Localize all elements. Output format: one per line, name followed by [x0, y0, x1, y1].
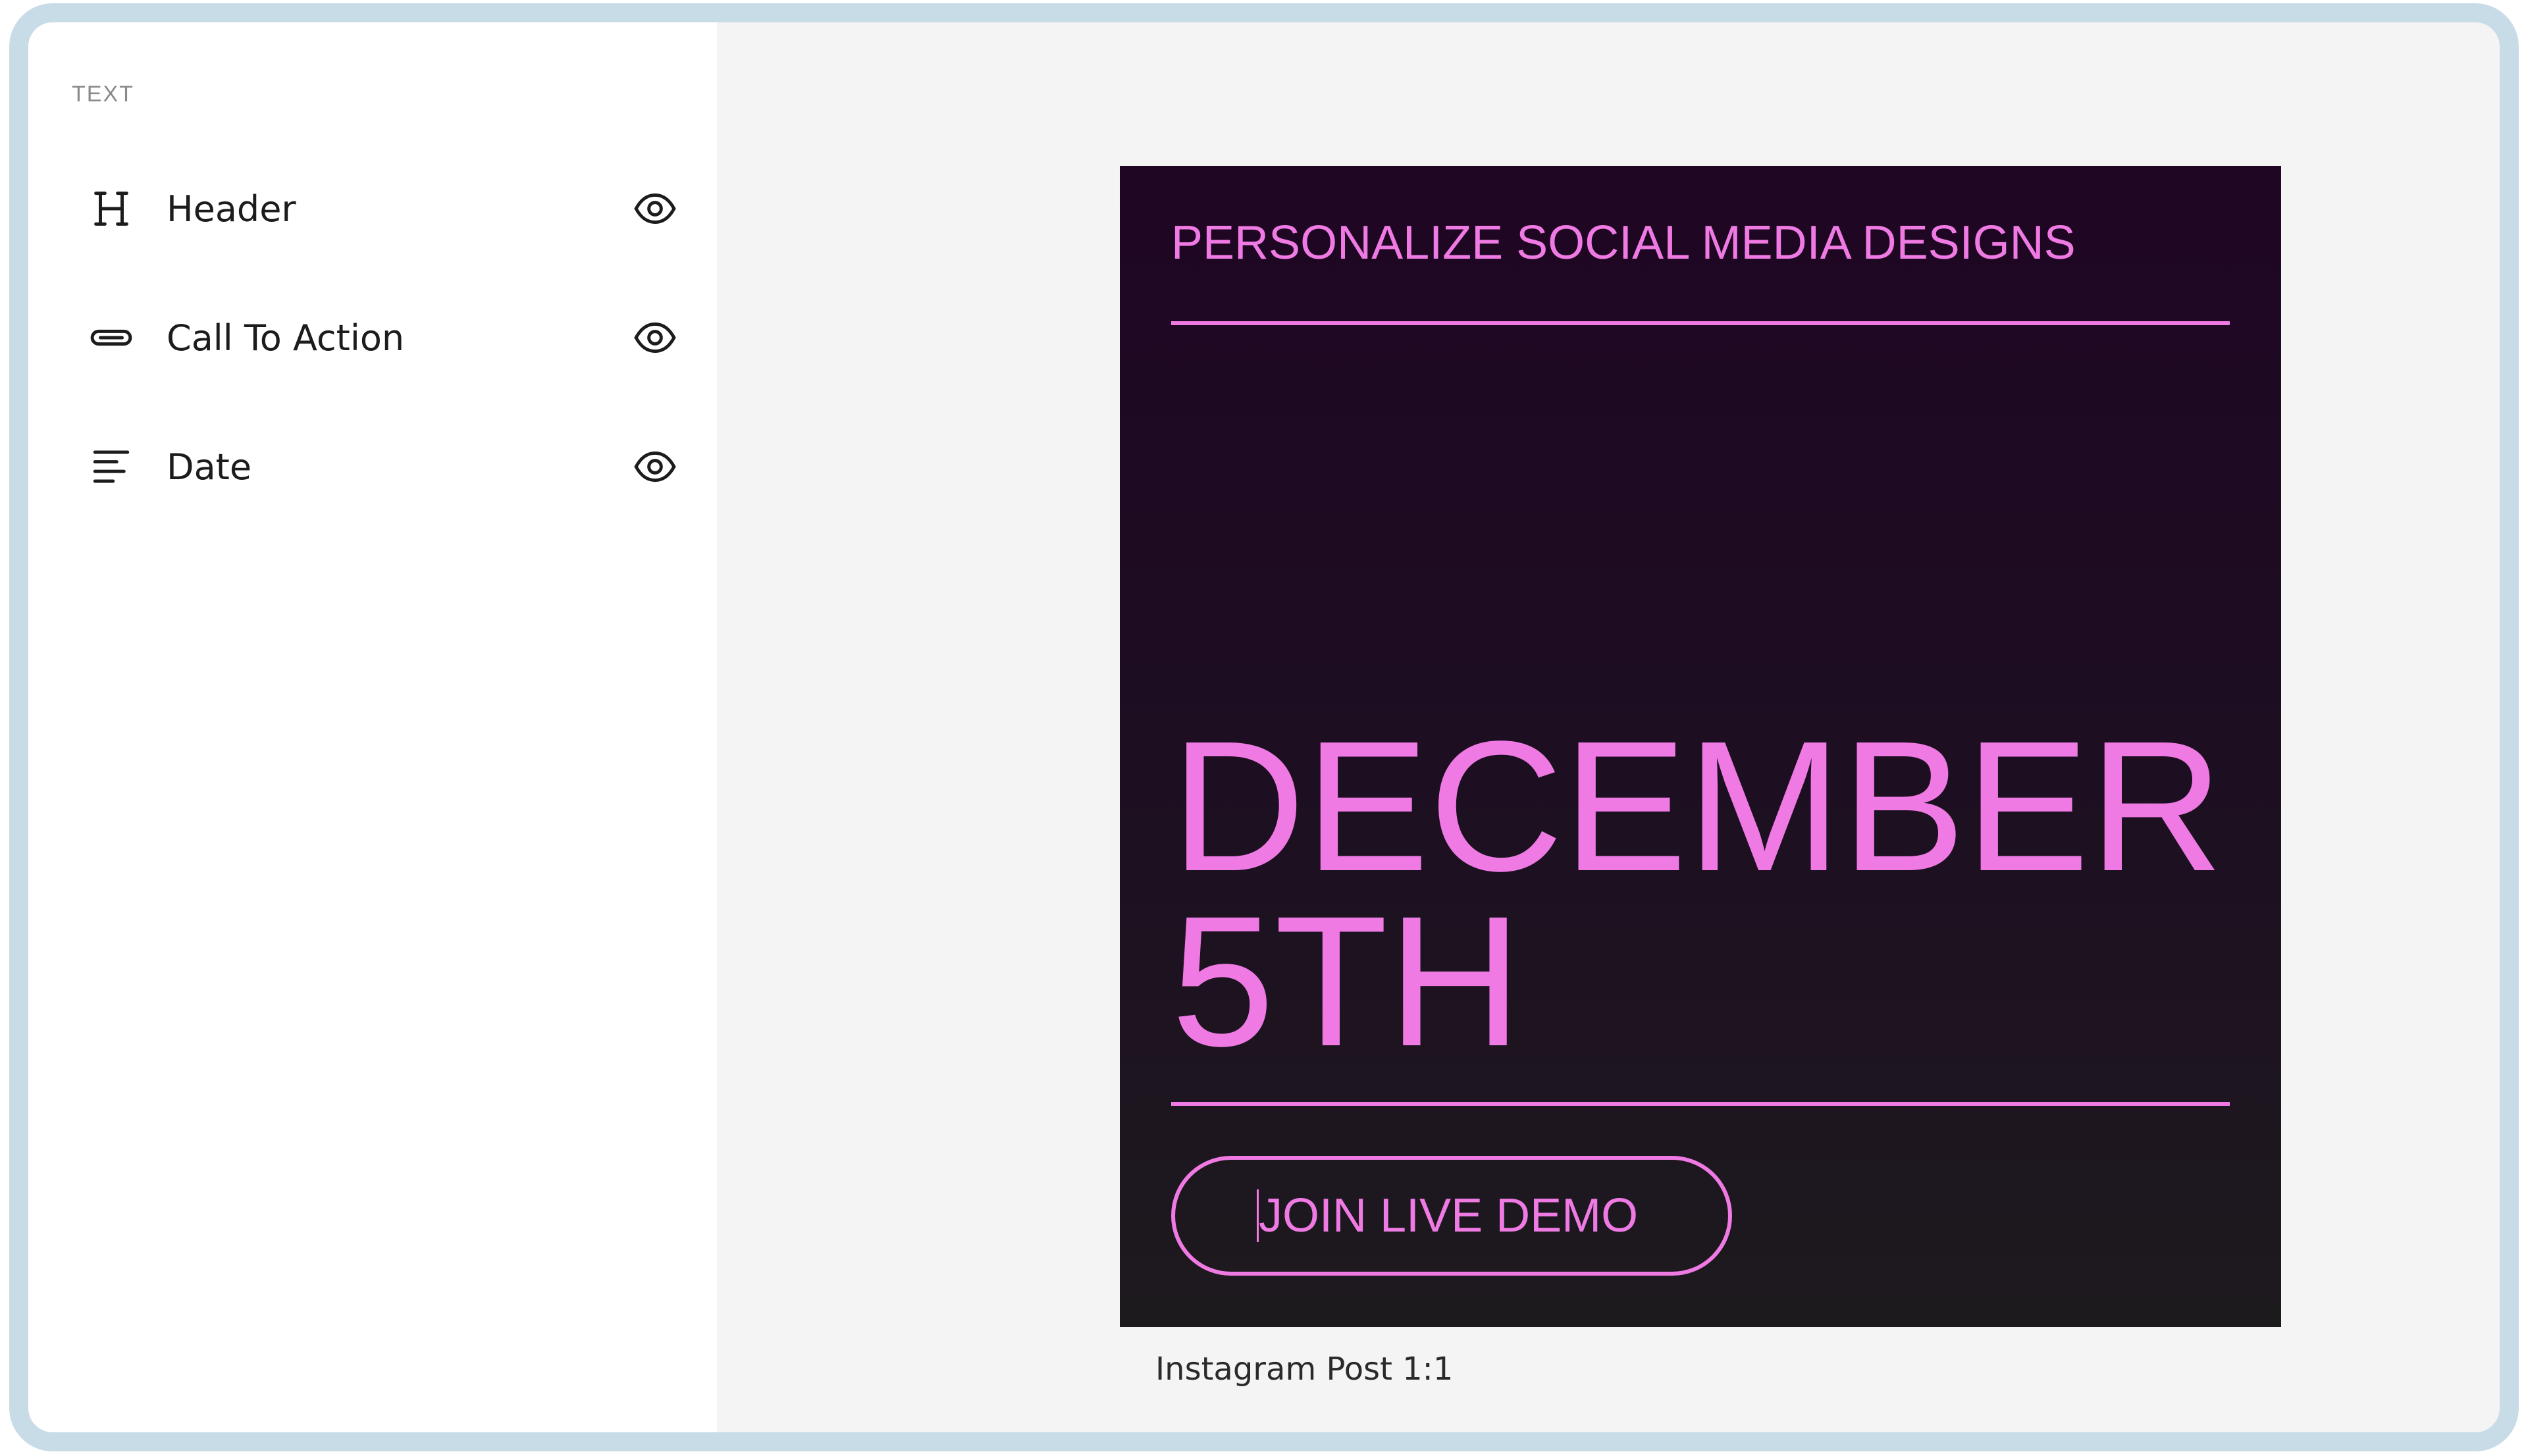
layer-label-date: Date [167, 446, 252, 488]
eye-icon[interactable] [630, 184, 680, 234]
layer-label-header: Header [167, 188, 296, 230]
heading-icon [88, 185, 135, 232]
post-format-caption: Instagram Post 1:1 [1155, 1351, 1454, 1388]
layer-item-header[interactable]: Header [88, 172, 680, 245]
layer-item-call-to-action[interactable]: Call To Action [88, 301, 680, 374]
app-window: TEXT Header Call To Action Date PERSONAL… [9, 3, 2519, 1451]
post-header-text[interactable]: PERSONALIZE SOCIAL MEDIA DESIGNS [1171, 216, 2076, 270]
eye-icon[interactable] [630, 442, 680, 492]
eye-icon[interactable] [630, 313, 680, 363]
design-canvas[interactable]: PERSONALIZE SOCIAL MEDIA DESIGNS DECEMBE… [717, 22, 2500, 1432]
text-section-label: TEXT [72, 82, 134, 107]
post-cta-text[interactable]: JOIN LIVE DEMO [1259, 1189, 1638, 1243]
layers-sidebar: TEXT Header Call To Action Date [28, 22, 717, 1432]
post-date-text[interactable]: DECEMBER 5TH [1171, 714, 2251, 1074]
link-icon [88, 314, 135, 361]
layer-label-call-to-action: Call To Action [167, 317, 405, 359]
post-cta-button[interactable]: JOIN LIVE DEMO [1171, 1156, 1732, 1276]
paragraph-icon [88, 443, 135, 490]
layer-item-date[interactable]: Date [88, 430, 680, 503]
instagram-post-preview[interactable]: PERSONALIZE SOCIAL MEDIA DESIGNS DECEMBE… [1120, 166, 2281, 1327]
post-divider-bottom [1171, 1102, 2230, 1106]
post-divider-top [1171, 321, 2230, 325]
